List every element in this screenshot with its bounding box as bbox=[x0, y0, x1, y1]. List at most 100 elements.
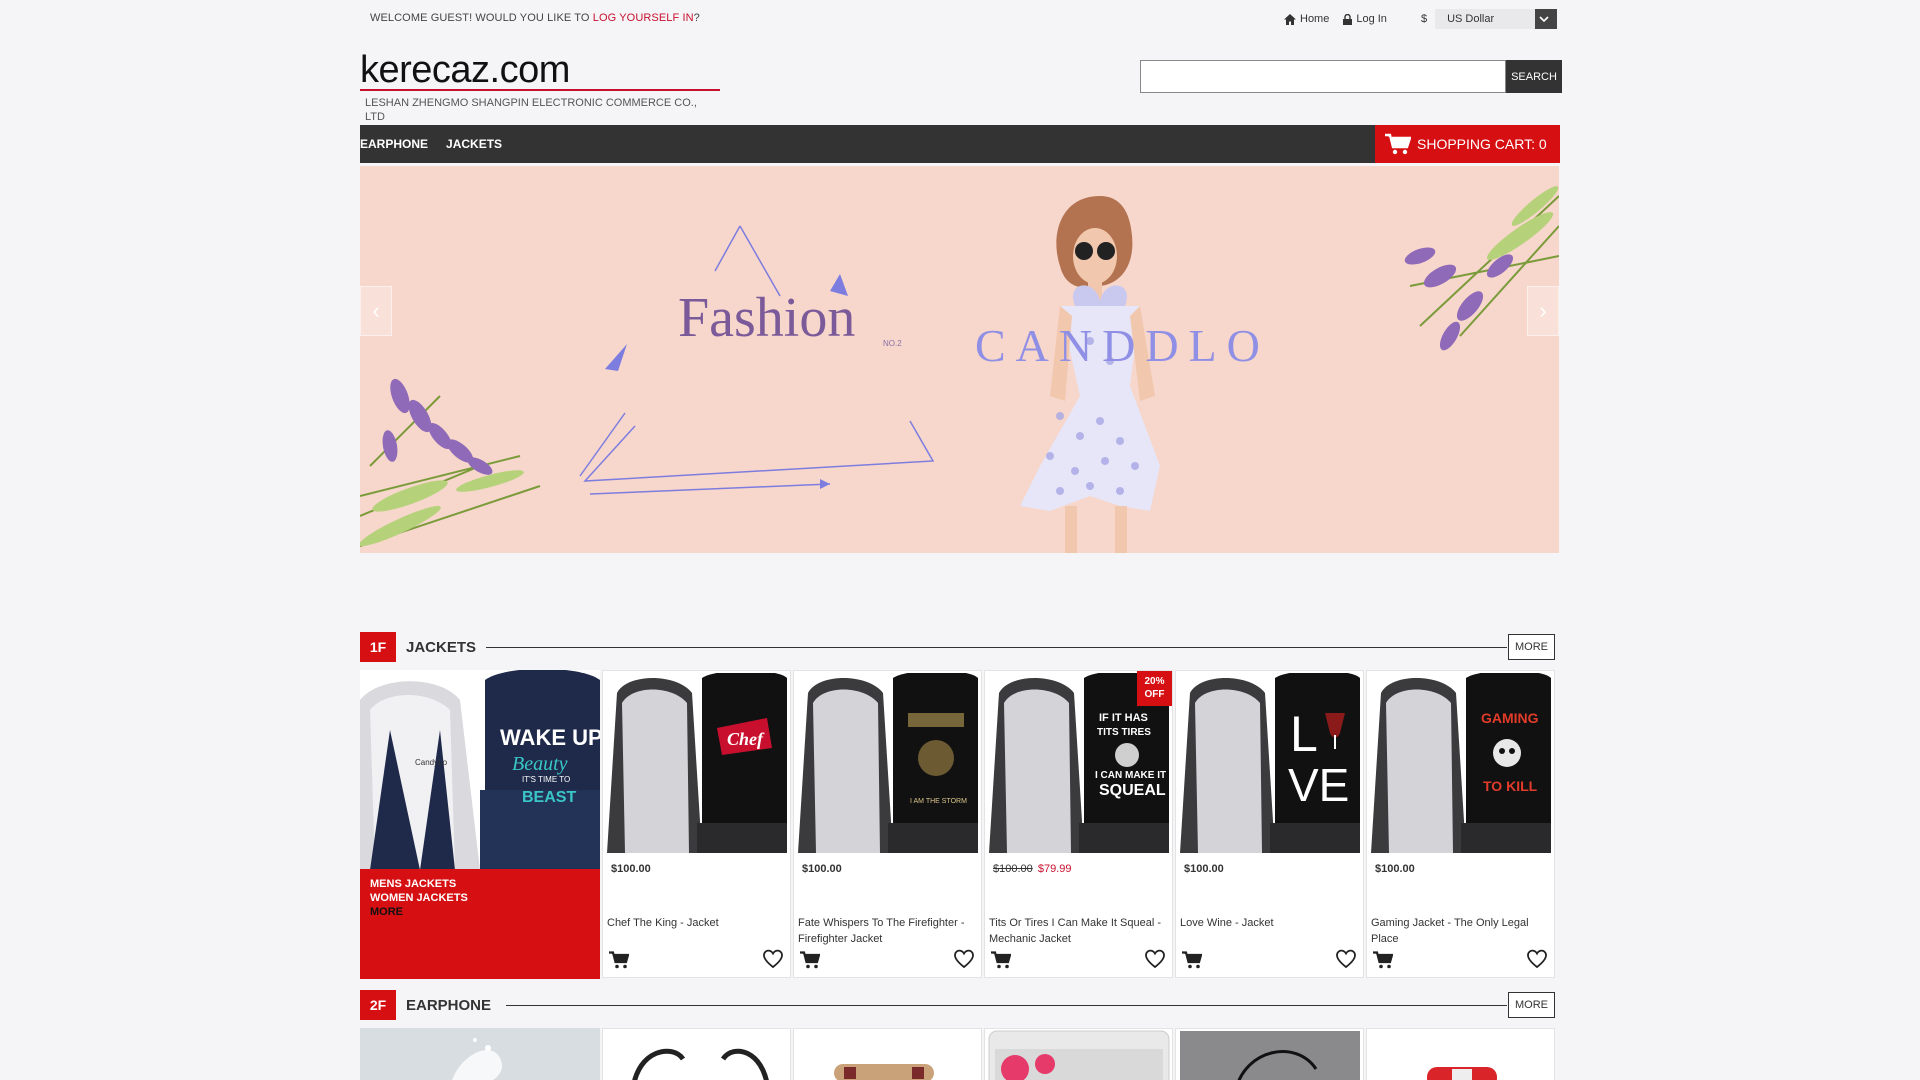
product-image bbox=[1427, 1067, 1497, 1080]
product-name[interactable]: Chef The King - Jacket bbox=[607, 915, 787, 931]
heart-icon[interactable] bbox=[762, 949, 784, 969]
hero-banner[interactable]: Fashion NO.2 CANDDLO ‹ › bbox=[360, 166, 1559, 553]
promo-link-mens[interactable]: Mens Jackets bbox=[370, 877, 590, 891]
svg-text:CandyLo: CandyLo bbox=[415, 758, 448, 767]
logo-underline bbox=[360, 89, 720, 91]
product-image bbox=[1180, 1031, 1360, 1080]
product-card[interactable] bbox=[793, 1028, 982, 1080]
banner-next-button[interactable]: › bbox=[1527, 286, 1559, 336]
welcome-bar: Welcome guest! Would you like to log you… bbox=[370, 12, 700, 24]
login-label: Log In bbox=[1356, 13, 1387, 25]
product-card[interactable]: GAMING TO KILL $100.00 Gaming Jacket - T… bbox=[1366, 670, 1555, 978]
svg-text:NO.2: NO.2 bbox=[883, 339, 902, 348]
add-to-cart-icon[interactable] bbox=[1182, 951, 1202, 969]
product-card[interactable]: Chef $100.00 Chef The King - Jacket bbox=[602, 670, 791, 978]
product-image bbox=[988, 1030, 1170, 1080]
product-card[interactable] bbox=[1366, 1028, 1555, 1080]
product-image bbox=[834, 1064, 934, 1080]
banner-brand-text: CANDDLO bbox=[975, 320, 1270, 371]
product-name[interactable]: Love Wine - Jacket bbox=[1180, 915, 1360, 931]
home-label: Home bbox=[1300, 13, 1330, 25]
cart-icon bbox=[1385, 133, 1411, 155]
product-card[interactable]: IF IT HAS TITS TIRES I CAN MAKE IT SQUEA… bbox=[984, 670, 1173, 978]
floor-badge: 2F bbox=[360, 990, 396, 1020]
search-input[interactable] bbox=[1140, 60, 1506, 93]
product-card[interactable] bbox=[1175, 1028, 1364, 1080]
product-name[interactable]: Fate Whispers To The Firefighter - Firef… bbox=[798, 915, 978, 947]
heart-icon[interactable] bbox=[1144, 949, 1166, 969]
earphone-promo[interactable] bbox=[360, 1028, 600, 1080]
floor-jackets-header: 1F Jackets More bbox=[360, 632, 1555, 662]
product-card[interactable]: I AM THE STORM $100.00 Fate Whispers To … bbox=[793, 670, 982, 978]
currency-selector[interactable]: $ US Dollar bbox=[1421, 9, 1558, 29]
search-bar: Search bbox=[1140, 60, 1562, 93]
add-to-cart-icon[interactable] bbox=[800, 951, 820, 969]
banner-fashion-text: Fashion bbox=[678, 287, 855, 349]
floor-earphone-header: 2F Earphone More bbox=[360, 990, 1555, 1020]
add-to-cart-icon[interactable] bbox=[1373, 951, 1393, 969]
chevron-down-icon[interactable] bbox=[1535, 9, 1558, 29]
home-link[interactable]: Home bbox=[1284, 13, 1329, 25]
heart-icon[interactable] bbox=[953, 949, 975, 969]
promo-link-women[interactable]: Women Jackets bbox=[370, 891, 590, 905]
search-button[interactable]: Search bbox=[1506, 60, 1562, 93]
product-price: $100.00 bbox=[1184, 863, 1224, 875]
welcome-suffix: ? bbox=[693, 12, 700, 24]
lavender-left-flowers bbox=[382, 378, 493, 475]
floor-divider bbox=[506, 1005, 1507, 1006]
banner-prev-button[interactable]: ‹ bbox=[360, 286, 392, 336]
sale-price: $79.99 bbox=[1037, 863, 1072, 875]
login-top-link[interactable]: Log In bbox=[1343, 13, 1387, 25]
promo-image: WAKE UP Beauty IT'S TIME TO BEAST CandyL… bbox=[360, 670, 600, 870]
login-link[interactable]: log yourself in bbox=[593, 12, 694, 24]
product-name[interactable]: Tits Or Tires I Can Make It Squeal - Mec… bbox=[989, 915, 1169, 947]
company-name: LESHAN ZHENGMO SHANGPIN ELECTRONIC COMME… bbox=[365, 97, 697, 123]
product-image: I AM THE STORM bbox=[798, 673, 978, 853]
floor-more-button[interactable]: More bbox=[1508, 992, 1555, 1018]
product-card[interactable] bbox=[602, 1028, 791, 1080]
heart-icon[interactable] bbox=[1526, 949, 1548, 969]
svg-text:WAKE UP: WAKE UP bbox=[500, 725, 600, 750]
promo-menu: Mens Jackets Women Jackets More bbox=[360, 869, 600, 979]
add-to-cart-icon[interactable] bbox=[609, 951, 629, 969]
lock-icon bbox=[1343, 13, 1353, 25]
floor-more-button[interactable]: More bbox=[1508, 634, 1555, 660]
add-to-cart-icon[interactable] bbox=[991, 951, 1011, 969]
product-image: L VE bbox=[1180, 673, 1360, 853]
model-figure bbox=[1020, 196, 1160, 553]
top-links: Home Log In $ US Dollar bbox=[1284, 9, 1558, 29]
currency-value[interactable]: US Dollar bbox=[1435, 9, 1536, 29]
site-logo[interactable]: kerecaz.com bbox=[360, 50, 570, 90]
svg-text:VE: VE bbox=[1288, 759, 1349, 811]
svg-text:IF IT HAS: IF IT HAS bbox=[1099, 712, 1148, 724]
svg-text:I CAN MAKE IT: I CAN MAKE IT bbox=[1095, 770, 1166, 781]
floor-title: Earphone bbox=[406, 997, 492, 1014]
banner-artwork: Fashion NO.2 CANDDLO bbox=[360, 186, 1559, 553]
svg-text:Beauty: Beauty bbox=[512, 753, 568, 775]
product-card[interactable]: L VE $100.00 Love Wine - Jacket bbox=[1175, 670, 1364, 978]
promo-image bbox=[360, 1028, 600, 1080]
shopping-cart-button[interactable]: Shopping Cart: 0 bbox=[1375, 125, 1560, 163]
product-image: Chef bbox=[607, 673, 787, 853]
product-price: $100.00 $79.99 bbox=[993, 863, 1071, 875]
product-price: $100.00 bbox=[611, 863, 651, 875]
discount-badge: 20% OFF bbox=[1137, 671, 1172, 706]
main-nav: Earphone Jackets Shopping Cart: 0 bbox=[360, 125, 1560, 163]
cart-count: 0 bbox=[1538, 136, 1547, 152]
jackets-promo[interactable]: WAKE UP Beauty IT'S TIME TO BEAST CandyL… bbox=[360, 670, 600, 979]
svg-text:I AM THE STORM: I AM THE STORM bbox=[910, 798, 967, 805]
svg-text:TITS TIRES: TITS TIRES bbox=[1097, 727, 1151, 738]
welcome-text: Welcome guest! Would you like to bbox=[370, 12, 590, 24]
product-card[interactable] bbox=[984, 1028, 1173, 1080]
heart-icon[interactable] bbox=[1335, 949, 1357, 969]
svg-text:GAMING: GAMING bbox=[1481, 710, 1539, 726]
floor-title: Jackets bbox=[406, 639, 477, 656]
promo-more-link[interactable]: More bbox=[370, 905, 590, 919]
product-name[interactable]: Gaming Jacket - The Only Legal Place bbox=[1371, 915, 1551, 947]
floor-badge: 1F bbox=[360, 632, 396, 662]
product-image: GAMING TO KILL bbox=[1371, 673, 1551, 853]
triangle-shapes bbox=[579, 225, 935, 495]
nav-item-earphone[interactable]: Earphone bbox=[360, 137, 428, 151]
nav-item-jackets[interactable]: Jackets bbox=[446, 137, 502, 151]
svg-text:IT'S TIME TO: IT'S TIME TO bbox=[522, 775, 570, 784]
